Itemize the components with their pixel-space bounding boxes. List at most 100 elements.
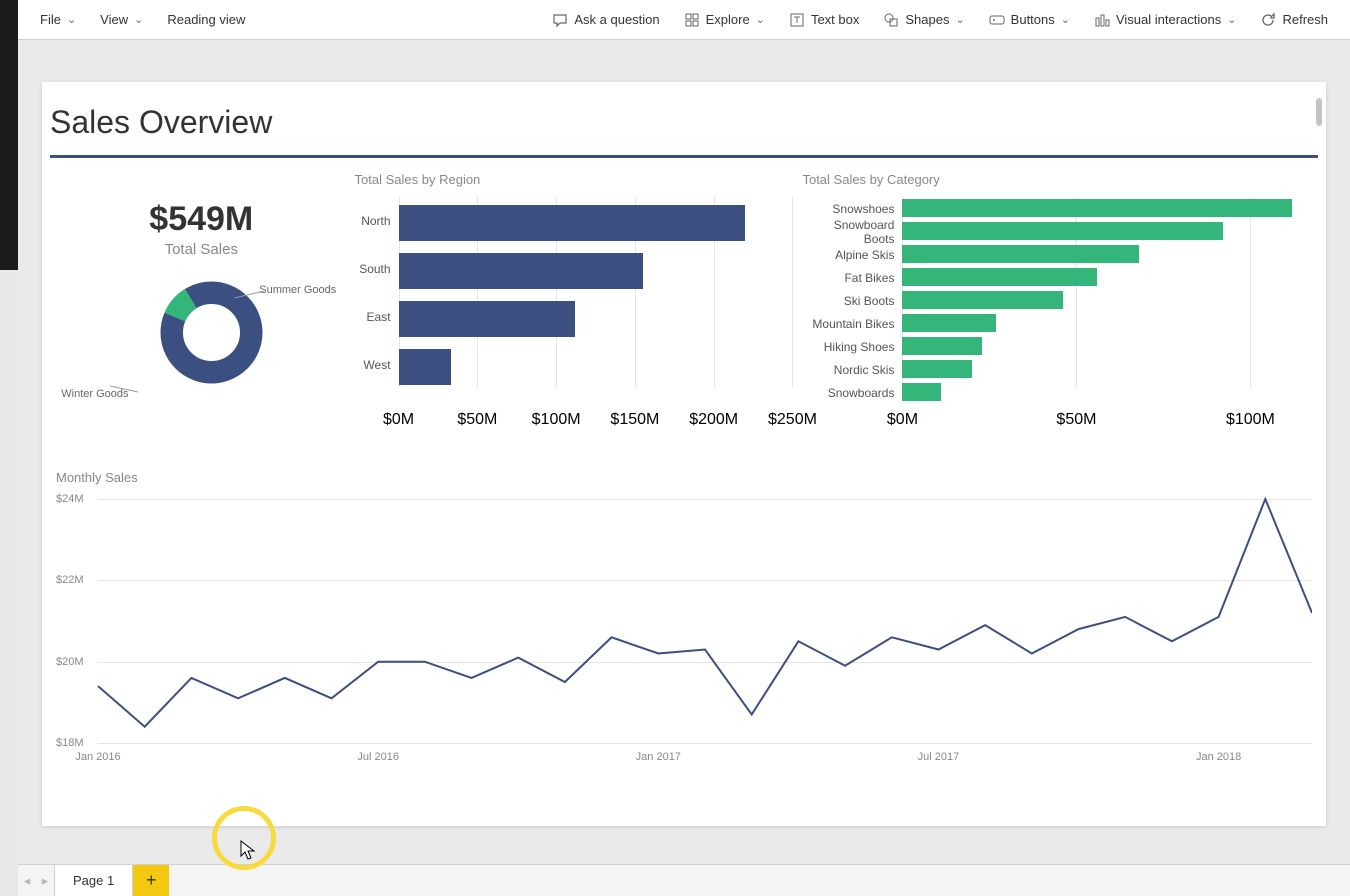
bar-label: North [355,214,399,228]
scrollbar-thumb[interactable] [1316,98,1322,126]
chevron-down-icon: ⌄ [955,13,964,26]
axis-tick: $50M [1056,411,1096,429]
region-chart-title: Total Sales by Region [355,172,793,187]
explore-label: Explore [706,12,750,27]
kpi-card[interactable]: $549M Total Sales Summer Goods Winter Go… [48,172,355,452]
category-bar-row: Nordic Skis [802,358,1320,381]
refresh-label: Refresh [1282,12,1328,27]
file-menu[interactable]: File ⌄ [28,6,88,33]
category-bar-row: Snowboard Boots [802,220,1320,243]
textbox-icon [789,12,805,28]
category-bar-row: Alpine Skis [802,243,1320,266]
page-tab-1[interactable]: Page 1 [54,865,133,896]
view-menu[interactable]: View ⌄ [88,6,155,33]
reading-view-label: Reading view [167,12,245,27]
left-dark-strip [0,0,18,270]
chevron-down-icon: ⌄ [756,13,765,26]
refresh-button[interactable]: Refresh [1248,6,1340,34]
bar-label: Fat Bikes [802,271,902,285]
add-page-button[interactable]: + [133,865,169,896]
bar-fill [902,337,982,355]
bar-fill [902,291,1062,309]
bar-fill [399,301,575,337]
callout-line [234,290,264,300]
axis-tick: $0M [887,411,918,429]
region-chart-card[interactable]: Total Sales by Region North South East West… [355,172,793,452]
category-bar-row: Ski Boots [802,289,1320,312]
text-box-label: Text box [811,12,859,27]
reading-view-button[interactable]: Reading view [155,6,257,33]
bar-label: West [355,358,399,372]
prev-page-arrow[interactable]: ◂ [18,873,36,889]
category-chart-card[interactable]: Total Sales by Category Snowshoes Snowboa… [802,172,1320,452]
shapes-label: Shapes [905,12,949,27]
bar-label: Snowboards [802,386,902,400]
axis-tick: $100M [1226,411,1275,429]
bar-fill [399,349,451,385]
buttons-label: Buttons [1011,12,1055,27]
kpi-value: $549M [48,200,355,239]
next-page-arrow[interactable]: ▸ [36,873,54,889]
category-bar-row: Mountain Bikes [802,312,1320,335]
axis-tick: $50M [457,411,497,429]
bar-label: South [355,262,399,276]
visual-interactions-menu[interactable]: Visual interactions⌄ [1082,6,1248,34]
axis-tick: $200M [689,411,738,429]
bar-fill [902,245,1139,263]
bar-label: Ski Boots [802,294,902,308]
report-title: Sales Overview [42,82,1326,149]
axis-tick: $0M [383,411,414,429]
explore-menu[interactable]: Explore ⌄ [672,6,777,34]
view-menu-label: View [100,12,128,27]
bar-label: Mountain Bikes [802,317,902,331]
bar-label: Alpine Skis [802,248,902,262]
donut-label-summer: Summer Goods [259,284,336,296]
ask-question-label: Ask a question [574,12,659,27]
text-box-button[interactable]: Text box [777,6,871,34]
grid-line [792,197,793,387]
chevron-down-icon: ⌄ [67,13,76,26]
ask-question-button[interactable]: Ask a question [540,6,671,34]
bar-label: Hiking Shoes [802,340,902,354]
category-bar-row: Fat Bikes [802,266,1320,289]
region-bar-row: North [355,197,793,245]
page-tab-label: Page 1 [73,873,114,888]
bar-fill [902,383,940,401]
bar-label: Snowboard Boots [802,218,902,246]
region-bar-row: East [355,293,793,341]
line-chart[interactable] [56,495,1312,763]
callout-line [110,384,138,394]
chevron-down-icon: ⌄ [134,13,143,26]
chat-icon [552,12,568,28]
file-menu-label: File [40,12,61,27]
bar-label: Snowshoes [802,202,902,216]
bar-label: East [355,310,399,324]
top-toolbar: File⌄ View⌄ Reading view Ask a question … [18,0,1350,40]
bar-fill [399,205,746,241]
interactions-icon [1094,12,1110,28]
bar-fill [902,360,972,378]
bar-fill [902,314,996,332]
kpi-label: Total Sales [48,241,355,258]
buttons-menu[interactable]: Buttons ⌄ [977,6,1082,34]
category-chart-title: Total Sales by Category [802,172,1320,187]
bar-fill [902,199,1292,217]
region-bar-row: West [355,341,793,389]
title-divider [50,155,1318,158]
bar-fill [902,268,1097,286]
category-bar-row: Hiking Shoes [802,335,1320,358]
axis-tick: $150M [610,411,659,429]
monthly-chart-title: Monthly Sales [56,470,1312,485]
category-bar-row: Snowboards [802,381,1320,404]
chevron-down-icon: ⌄ [1061,13,1070,26]
shapes-menu[interactable]: Shapes ⌄ [871,6,976,34]
axis-tick: $100M [532,411,581,429]
bar-fill [902,222,1222,240]
monthly-chart-card[interactable]: Monthly Sales $18M$20M$22M$24MJan 2016Ju… [42,452,1326,763]
bar-fill [399,253,643,289]
visual-interactions-label: Visual interactions [1116,12,1221,27]
page-bar: ◂ ▸ Page 1 + [18,864,1350,896]
buttons-icon [989,12,1005,28]
region-bar-row: South [355,245,793,293]
report-canvas: Sales Overview $549M Total Sales Summer … [42,82,1326,826]
